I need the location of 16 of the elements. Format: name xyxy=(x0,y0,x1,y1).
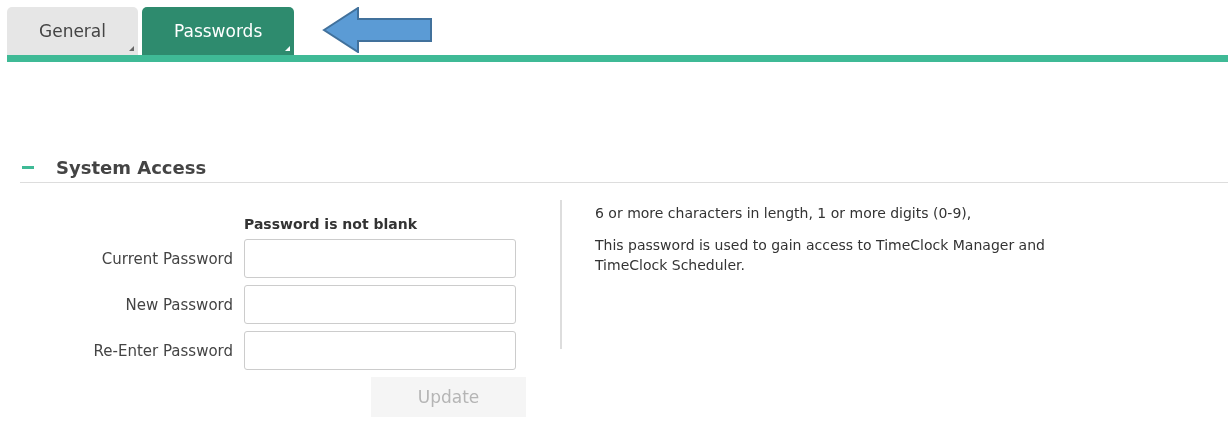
password-field[interactable] xyxy=(244,331,516,370)
collapse-icon[interactable] xyxy=(22,166,34,169)
help-text: 6 or more characters in length, 1 or more digits (0-9), xyxy=(595,204,973,223)
field-label: New Password xyxy=(124,295,233,314)
help-text: This password is used to gain access to TimeClock Manager and TimeClock Scheduler. xyxy=(595,236,1046,275)
password-field[interactable] xyxy=(244,285,516,324)
form-heading: Password is not blank xyxy=(244,216,419,232)
corner-icon xyxy=(285,46,291,51)
tab[interactable]: Passwords xyxy=(142,7,295,55)
password-field[interactable] xyxy=(244,239,516,278)
field-label: Re-Enter Password xyxy=(92,341,233,360)
corner-icon xyxy=(129,46,134,51)
arrow-icon xyxy=(322,6,435,53)
section-title: System Access xyxy=(56,157,207,178)
field-label: Current Password xyxy=(100,249,233,268)
tab[interactable]: General xyxy=(7,7,138,55)
